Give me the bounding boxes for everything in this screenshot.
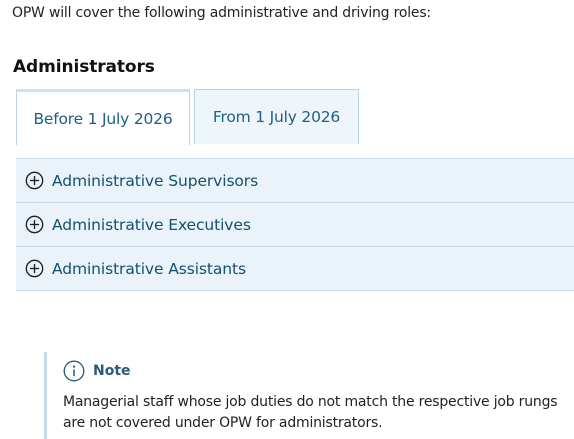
- note-callout: Note Managerial staff whose job duties d…: [44, 352, 564, 439]
- info-circle-icon: [63, 360, 85, 382]
- plus-circle-icon: [25, 215, 44, 234]
- section-heading: Administrators: [13, 57, 155, 77]
- plus-circle-icon: [25, 171, 44, 190]
- tab-from-1-july-2026[interactable]: From 1 July 2026: [194, 89, 359, 144]
- accordion-label: Administrative Executives: [52, 215, 251, 234]
- plus-circle-icon: [25, 259, 44, 278]
- accordion-item-administrative-supervisors[interactable]: Administrative Supervisors: [16, 159, 574, 203]
- note-title: Note: [93, 363, 131, 379]
- note-header: Note: [63, 360, 564, 382]
- accordion-label: Administrative Supervisors: [52, 171, 259, 190]
- accordion: Administrative Supervisors Administrativ…: [16, 158, 574, 291]
- accordion-label: Administrative Assistants: [52, 259, 246, 278]
- accordion-item-administrative-executives[interactable]: Administrative Executives: [16, 203, 574, 247]
- tab-label: Before 1 July 2026: [33, 109, 173, 128]
- tab-before-1-july-2026[interactable]: Before 1 July 2026: [16, 89, 190, 145]
- intro-text: OPW will cover the following administrat…: [12, 5, 431, 21]
- tab-label: From 1 July 2026: [212, 108, 341, 126]
- accordion-item-administrative-assistants[interactable]: Administrative Assistants: [16, 247, 574, 291]
- note-body: Managerial staff whose job duties do not…: [63, 394, 558, 431]
